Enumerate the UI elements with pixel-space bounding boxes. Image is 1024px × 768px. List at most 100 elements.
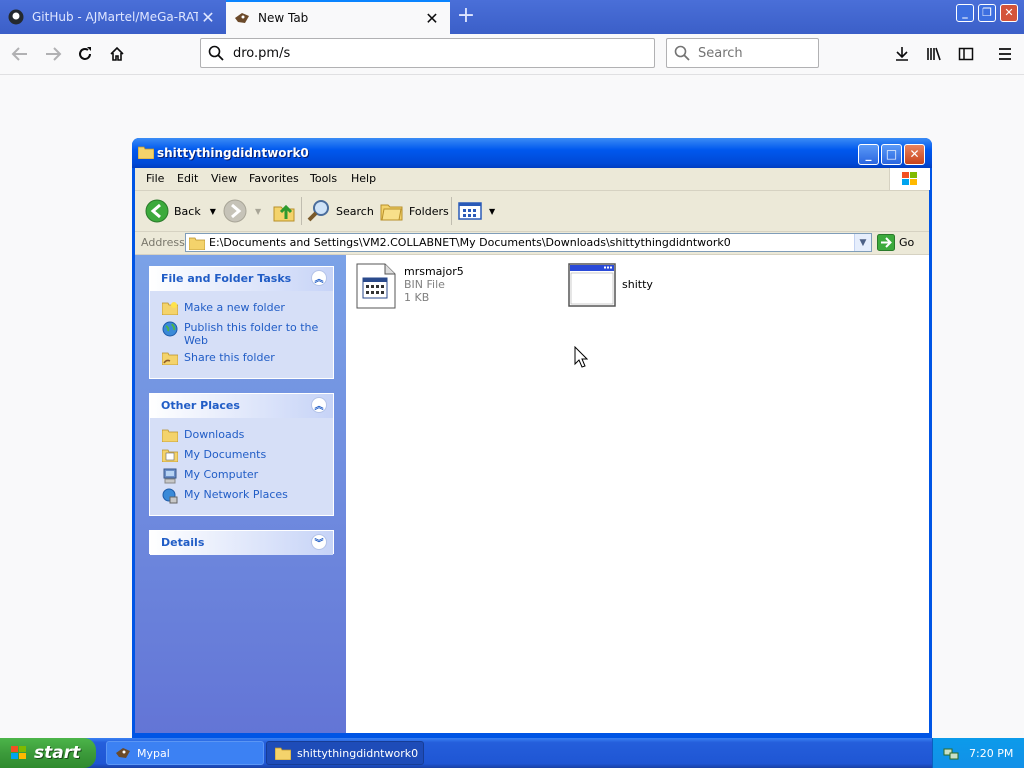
close-button[interactable]: ✕ <box>1000 4 1018 22</box>
panel-header[interactable]: Other Places ︽ <box>150 394 333 418</box>
library-icon[interactable] <box>922 42 946 66</box>
folder-icon <box>275 746 291 760</box>
minimize-button[interactable]: _ <box>858 144 879 165</box>
url-bar[interactable]: dro.pm/s <box>200 38 655 68</box>
place-downloads[interactable]: Downloads <box>162 428 327 442</box>
documents-icon <box>162 448 178 462</box>
folder-icon <box>137 145 155 162</box>
place-my-computer[interactable]: My Computer <box>162 468 327 484</box>
task-share-folder[interactable]: Share this folder <box>162 351 327 365</box>
collapse-icon[interactable]: ︽ <box>311 397 327 413</box>
panel-header[interactable]: Details ︾ <box>150 531 333 555</box>
minimize-button[interactable]: _ <box>956 4 974 22</box>
tab-github[interactable]: GitHub - AJMartel/MeGa-RAT-Pac ✕ <box>0 0 226 34</box>
chevron-down-icon[interactable]: ▼ <box>210 207 216 216</box>
toolbar-divider <box>451 197 452 225</box>
windows-logo-icon <box>10 745 28 761</box>
hamburger-menu-icon[interactable] <box>993 42 1017 66</box>
chevron-down-icon[interactable]: ▼ <box>854 234 871 251</box>
folders-button[interactable]: Folders <box>380 198 449 224</box>
menu-file[interactable]: File <box>146 172 164 185</box>
search-icon <box>307 199 331 223</box>
address-label: Address <box>141 236 185 249</box>
up-folder-button[interactable] <box>272 198 301 224</box>
go-button[interactable]: Go <box>877 234 914 251</box>
clock[interactable]: 7:20 PM <box>969 747 1013 760</box>
mypal-icon <box>115 745 131 761</box>
place-my-network[interactable]: My Network Places <box>162 488 327 504</box>
task-make-new-folder[interactable]: Make a new folder <box>162 301 327 315</box>
address-bar: Address E:\Documents and Settings\VM2.CO… <box>135 232 929 255</box>
search-icon <box>674 45 694 61</box>
search-input[interactable]: Search <box>666 38 819 68</box>
new-tab-button[interactable]: + <box>454 4 478 28</box>
panel-header[interactable]: File and Folder Tasks ︽ <box>150 267 333 291</box>
start-button[interactable]: start <box>0 738 96 768</box>
collapse-icon[interactable]: ︽ <box>311 270 327 286</box>
network-tray-icon[interactable] <box>943 745 959 761</box>
menu-edit[interactable]: Edit <box>177 172 198 185</box>
file-item-mrsmajor5[interactable]: mrsmajor5 BIN File 1 KB <box>356 263 464 309</box>
bin-file-icon <box>356 263 396 309</box>
back-button[interactable]: Back ▼ <box>145 198 216 224</box>
forward-arrow-icon <box>223 199 247 223</box>
url-text[interactable]: dro.pm/s <box>233 46 290 61</box>
taskbar-item-mypal[interactable]: Mypal <box>106 741 264 765</box>
home-icon[interactable] <box>105 42 129 66</box>
back-arrow-icon[interactable] <box>8 42 32 66</box>
close-icon[interactable]: ✕ <box>422 9 442 28</box>
expand-icon[interactable]: ︾ <box>311 534 327 550</box>
maximize-button[interactable]: □ <box>881 144 902 165</box>
menu-bar: File Edit View Favorites Tools Help <box>135 168 930 191</box>
go-label: Go <box>899 236 915 249</box>
task-publish-web[interactable]: Publish this folder to the Web <box>162 321 327 347</box>
task-pane: File and Folder Tasks ︽ Make a new folde… <box>135 255 346 733</box>
download-icon[interactable] <box>890 42 914 66</box>
views-button[interactable]: ▼ <box>458 198 495 224</box>
views-icon <box>458 201 484 221</box>
close-button[interactable]: ✕ <box>904 144 925 165</box>
mypal-icon <box>234 10 250 26</box>
menu-view[interactable]: View <box>211 172 237 185</box>
maximize-button[interactable]: ❐ <box>978 4 996 22</box>
address-input[interactable]: E:\Documents and Settings\VM2.COLLABNET\… <box>185 233 872 252</box>
file-type: BIN File <box>404 278 445 291</box>
go-arrow-icon <box>877 234 895 251</box>
file-name: shitty <box>622 278 653 291</box>
toolbar-divider <box>301 197 302 225</box>
computer-icon <box>162 468 178 484</box>
menu-help[interactable]: Help <box>351 172 376 185</box>
forward-arrow-icon[interactable] <box>41 42 65 66</box>
search-label: Search <box>336 204 374 218</box>
reload-icon[interactable] <box>73 42 97 66</box>
menu-favorites[interactable]: Favorites <box>249 172 299 185</box>
taskbar-item-label: shittythingdidntwork0 <box>297 746 419 760</box>
up-folder-icon <box>272 199 296 223</box>
file-list-area: mrsmajor5 BIN File 1 KB shitty <box>346 255 929 733</box>
taskbar-item-explorer[interactable]: shittythingdidntwork0 <box>266 741 424 765</box>
chevron-down-icon[interactable]: ▼ <box>489 207 495 216</box>
other-places-panel: Other Places ︽ Downloads My Documents My… <box>149 393 334 516</box>
mouse-cursor-icon <box>574 345 589 371</box>
explorer-title-bar[interactable]: shittythingdidntwork0 _ □ ✕ <box>132 138 932 168</box>
forward-button[interactable]: ▼ <box>223 198 261 224</box>
start-label: start <box>34 743 81 763</box>
tab-new-tab[interactable]: New Tab ✕ <box>226 0 450 34</box>
file-item-shitty[interactable]: shitty <box>568 263 653 307</box>
taskbar: start Mypal shittythingdidntwork0 7:20 P… <box>0 738 1024 768</box>
application-window-icon <box>568 263 616 307</box>
place-label: My Computer <box>184 468 259 481</box>
sidebar-icon[interactable] <box>954 42 978 66</box>
task-label: Share this folder <box>184 351 275 364</box>
back-arrow-icon <box>145 199 169 223</box>
place-label: Downloads <box>184 428 245 441</box>
address-path: E:\Documents and Settings\VM2.COLLABNET\… <box>209 236 731 249</box>
task-label: Publish this folder to the Web <box>184 321 319 347</box>
search-placeholder: Search <box>698 45 743 61</box>
github-icon <box>8 9 24 25</box>
close-icon[interactable]: ✕ <box>198 8 218 27</box>
menu-tools[interactable]: Tools <box>310 172 337 185</box>
search-button[interactable]: Search <box>307 198 374 224</box>
place-my-documents[interactable]: My Documents <box>162 448 327 462</box>
chevron-down-icon: ▼ <box>255 206 262 216</box>
